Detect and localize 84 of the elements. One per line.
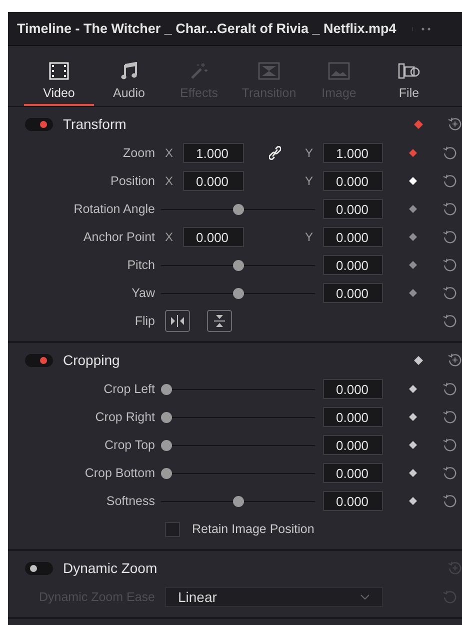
parameter-label: Yaw	[130, 286, 155, 300]
value-field[interactable]: 0.000	[323, 199, 383, 219]
transition-icon	[258, 62, 280, 80]
axis-label: X	[165, 174, 174, 188]
slider-thumb[interactable]	[232, 204, 244, 214]
reset-icon[interactable]	[443, 174, 457, 188]
value-field[interactable]: 0.000	[323, 171, 383, 191]
music-note-icon	[121, 62, 137, 80]
keyframe-icon[interactable]	[414, 356, 422, 364]
parameter-label: Rotation Angle	[72, 202, 155, 216]
value-field[interactable]: 0.000	[323, 283, 383, 303]
slider-thumb[interactable]	[232, 260, 244, 270]
value-field[interactable]: 0.000	[183, 227, 244, 247]
keyframe-icon[interactable]	[409, 497, 417, 505]
slider-thumb[interactable]	[161, 440, 172, 450]
magic-wand-icon	[190, 62, 208, 80]
film-icon	[49, 62, 69, 80]
checkbox[interactable]	[165, 522, 180, 536]
reset-icon[interactable]	[443, 202, 457, 216]
value-field[interactable]: 1.000	[183, 143, 244, 163]
checkbox-label: Retain Image Position	[192, 522, 314, 536]
parameter-label: Softness	[105, 494, 155, 508]
slider-thumb[interactable]	[232, 496, 244, 506]
keyframe-icon[interactable]	[409, 441, 417, 449]
keyframe-icon[interactable]	[409, 177, 417, 185]
chevron-icon	[360, 594, 370, 600]
tab[interactable]: Video	[24, 46, 94, 106]
slider-thumb[interactable]	[161, 412, 172, 422]
value-field[interactable]: 0.000	[323, 255, 383, 275]
reset-add-icon[interactable]	[448, 353, 462, 367]
value-field[interactable]: 0.000	[323, 463, 383, 483]
window-title: Timeline - The Witcher _ Char...Geralt of Rivia _ Netflix.mp4	[17, 21, 396, 36]
toggle-switch[interactable]	[25, 118, 53, 130]
slider-thumb[interactable]	[232, 288, 244, 298]
image-icon	[328, 62, 350, 80]
axis-label: X	[165, 230, 174, 244]
value-field[interactable]: 0.000	[323, 491, 383, 511]
keyframe-icon[interactable]	[409, 385, 417, 393]
parameter-label: Pitch	[126, 258, 155, 272]
parameter-label: Crop Right	[94, 410, 155, 424]
reset-icon[interactable]	[443, 494, 457, 508]
reset-icon[interactable]	[443, 258, 457, 272]
tab[interactable]: File	[374, 46, 444, 106]
parameter-label: Crop Top	[104, 438, 155, 452]
reset-icon[interactable]	[443, 146, 457, 160]
axis-label: Y	[305, 230, 314, 244]
keyframe-icon[interactable]	[409, 469, 417, 477]
parameter-label: Zoom	[122, 146, 155, 160]
parameter-label: Anchor Point	[82, 230, 155, 244]
slider-thumb[interactable]	[161, 384, 172, 394]
reset-icon[interactable]	[443, 466, 457, 480]
tab[interactable]: Audio	[94, 46, 164, 106]
value-field[interactable]: 0.000	[183, 171, 244, 191]
toggle-switch[interactable]	[25, 562, 53, 574]
value-field[interactable]: 1.000	[323, 143, 383, 163]
section-title: Dynamic Zoom	[63, 560, 158, 576]
camera-icon	[398, 62, 420, 80]
parameter-label: Crop Bottom	[84, 466, 155, 480]
axis-label: Y	[305, 174, 314, 188]
reset-icon[interactable]	[443, 230, 457, 244]
link-icon[interactable]	[268, 146, 280, 160]
section-title: Cropping	[63, 352, 121, 368]
flip-vertical-icon[interactable]	[207, 310, 232, 332]
parameter-label: Flip	[134, 314, 155, 328]
reset-icon[interactable]	[443, 382, 457, 396]
reset-icon[interactable]	[443, 286, 457, 300]
toggle-switch[interactable]	[25, 354, 53, 366]
axis-label: Y	[305, 146, 314, 160]
value-field[interactable]: 0.000	[323, 227, 383, 247]
reset-add-icon[interactable]	[448, 117, 462, 131]
value-field[interactable]: 0.000	[323, 379, 383, 399]
slider-thumb[interactable]	[161, 468, 172, 478]
section-title: Transform	[63, 116, 128, 132]
parameter-label: Crop Left	[102, 382, 155, 396]
flip-horizontal-icon[interactable]	[165, 310, 190, 332]
parameter-label: Position	[110, 174, 155, 188]
reset-icon[interactable]	[443, 314, 457, 328]
axis-label: X	[165, 146, 174, 160]
keyframe-icon[interactable]	[409, 413, 417, 421]
reset-icon[interactable]	[443, 410, 457, 424]
value-field[interactable]: 0.000	[323, 435, 383, 455]
value-field[interactable]: 0.000	[323, 407, 383, 427]
reset-icon[interactable]	[443, 438, 457, 452]
more-icon[interactable]	[412, 26, 432, 30]
